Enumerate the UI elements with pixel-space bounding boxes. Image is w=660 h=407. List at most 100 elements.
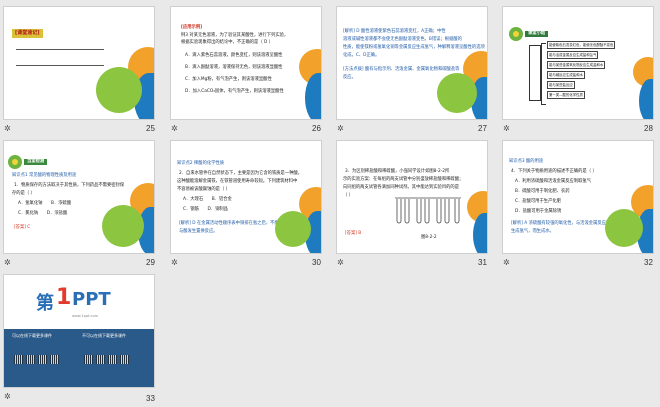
text-line: [解析] D 在金属活动性顺序表中铜排在氢之后，不能 (179, 221, 279, 226)
text-line: 2．自来水管件在自然状态下，主要是因为它含的铁质是一种酸， (179, 171, 303, 176)
slide-number: 33 (146, 394, 155, 403)
section-badge: [课堂速记] (12, 29, 43, 38)
text-line: A．氢氧化钠 B．浓硫酸 (18, 201, 72, 206)
decor-circle-blue (305, 73, 321, 119)
divider (16, 65, 104, 66)
text-line: [方法点拨] 酸有与指示剂、活泼金属、金属氧化物和碳酸盐等 (343, 67, 460, 72)
qr-code[interactable] (50, 355, 59, 364)
text-line: A．大理石 B．铝合金 (183, 197, 232, 202)
test-tube-figure (395, 197, 461, 224)
slide-thumbnail-29[interactable]: 当堂检测 知识点1 常见酸的物理性质及用途 1．物质保存的方法取决于其性质，下列… (3, 140, 155, 254)
text-line: B．滴入酚酞溶液，溶液保持无色，则该溶液显酸性 (185, 65, 283, 70)
slide-thumbnail-30[interactable]: 知识点2 稀酸的化学性质 2．自来水管件在自然状态下，主要是因为它含的铁质是一种… (170, 140, 322, 254)
slide-transition-icon: ✲ (503, 124, 510, 133)
slide-header: [应用示例] (181, 25, 203, 30)
text-line: 与酸发生置换反应。 (179, 229, 218, 234)
slide-number: 28 (644, 124, 653, 133)
text-line: 3．为区别稀盐酸和稀硫酸，小强同学设计如图8-2-2所 (345, 169, 450, 174)
slide-number: 32 (644, 258, 653, 267)
divider (16, 49, 104, 50)
slide-number: 26 (312, 124, 321, 133)
flower-icon (8, 155, 22, 169)
text-line: 生成氢气，而生成水。 (511, 229, 554, 234)
qr-code[interactable] (14, 355, 23, 364)
answer-text: [答案] C (14, 225, 31, 230)
decor-circle-green (102, 205, 144, 247)
slide-thumbnail-25[interactable]: [课堂速记] (3, 6, 155, 120)
logo-ppt: PPT (72, 289, 111, 310)
logo-first: 第 (36, 293, 54, 314)
slide-transition-icon: ✲ (503, 258, 510, 267)
section-title: 当堂检测 (24, 159, 48, 165)
text-line: 向同组的两支试管各滴加同种试剂。其中能达到实验目的的是 (343, 185, 460, 190)
text-line: 知识点3 酸的用途 (509, 159, 544, 164)
text-line: [解析] A 浓硫酸有较强的氧化性，与活泼金属反应不能 (511, 221, 615, 226)
slide-transition-icon: ✲ (4, 392, 11, 401)
answer-text: [答案] B (345, 231, 362, 236)
summary-item: 能与某些金属氧化物反应生成盐和水 (547, 61, 606, 69)
text-line: 4．下列关于物质用途的描述不正确的是（ ） (511, 169, 597, 174)
slide-transition-icon: ✲ (337, 124, 344, 133)
logo-url: www.1ppt.com (72, 314, 99, 318)
qr-right-title: 不可以在线下载更多课件 (82, 333, 126, 338)
summary-item: 能与碱反应生成盐和水 (547, 71, 585, 79)
slide-thumbnail-33[interactable]: 第 1 PPT www.1ppt.com 可以在线下载更多课件 不可以在线下载更… (3, 274, 155, 388)
qr-code[interactable] (108, 355, 117, 364)
text-line: 不容易被该酸腐蚀的是（ ） (177, 187, 230, 192)
decor-circle-green (275, 211, 311, 247)
decor-circle-blue (473, 213, 487, 253)
slide-thumbnail-28[interactable]: 课堂小结 能使紫色石蕊变红色，能使无色酚酞不变色 能与活泼金属反应生成盐和氢气 … (502, 6, 654, 120)
summary-root-box (529, 45, 541, 101)
text-line: （ ） (343, 193, 353, 198)
text-line: B．硫酸可用于制化肥、农药 (515, 189, 570, 194)
text-line: A．滴入紫色石蕊溶液，颜色变红，则该溶液呈酸性 (185, 53, 283, 58)
flower-icon (509, 27, 523, 41)
text-line: C．氯化钠 D．浓盐酸 (18, 211, 68, 216)
slide-transition-icon: ✲ (171, 124, 178, 133)
text-line: [解析] D 酸性溶液使紫色石蕊溶液变红，A正确；中性 (343, 29, 446, 34)
decor-circle-green (605, 209, 643, 247)
summary-title: 课堂小结 (525, 31, 549, 37)
text-line: 化成，C、D正确。 (343, 53, 380, 58)
qr-code[interactable] (120, 355, 129, 364)
slide-transition-icon: ✲ (4, 124, 11, 133)
slide-number: 30 (312, 258, 321, 267)
text-line: 溶液或碱性溶液都不会使无色酚酞溶液变色，B错误；根据酸的 (343, 37, 462, 42)
slide-thumbnail-32[interactable]: 知识点3 酸的用途 4．下列关于物质用途的描述不正确的是（ ） A．利用浓硫酸和… (502, 140, 654, 254)
summary-item: 第一类—酸的化学性质 (547, 91, 585, 99)
text-line: A．利用浓硫酸和活泼金属反应制取氢气 (515, 179, 591, 184)
slide-number: 25 (146, 124, 155, 133)
summary-item: 能与活泼金属反应生成盐和氢气 (547, 51, 599, 59)
summary-item: 能使紫色石蕊变红色，能使无色酚酞不变色 (547, 41, 616, 49)
summary-bracket (541, 43, 546, 105)
summary-item: 能与某些盐反应 (547, 81, 575, 89)
qr-code[interactable] (26, 355, 35, 364)
text-line: 知识点1 常见酸的物理性质及用途 (12, 173, 77, 178)
qr-code[interactable] (96, 355, 105, 364)
figure-caption: 图8-2-2 (421, 235, 437, 240)
text-line: 例3 对某无色溶液，为了验证其某酸性，进行下列实验， (181, 33, 289, 38)
slide-thumbnail-26[interactable]: [应用示例] 例3 对某无色溶液，为了验证其某酸性，进行下列实验， 根据实验现象… (170, 6, 322, 120)
text-line: 1．物质保存的方法取决于其性质，下列药品不需要密封保 (14, 183, 125, 188)
text-line: 示的实验方案：在每组的两支试管中分别盛放稀盐酸和稀硫酸； (343, 177, 464, 182)
qr-left-title: 可以在线下载更多课件 (12, 333, 52, 338)
logo-one: 1 (56, 285, 72, 310)
qr-code[interactable] (84, 355, 93, 364)
text-line: C．钢筋 D．铜制品 (183, 207, 228, 212)
slide-number: 27 (478, 124, 487, 133)
text-line: 根据实验现象得出的结论中，不正确的是（ D ） (181, 40, 273, 45)
slide-transition-icon: ✲ (4, 258, 11, 267)
text-line: 存的是（ ） (12, 191, 35, 196)
text-line: 知识点2 稀酸的化学性质 (177, 161, 225, 166)
text-line: C．加入Mg粉，有气泡产生，则该溶液显酸性 (185, 77, 272, 82)
decor-circle-green (96, 67, 142, 113)
text-line: 反应。 (343, 75, 356, 80)
qr-code[interactable] (38, 355, 47, 364)
slide-thumbnail-31[interactable]: 3．为区别稀盐酸和稀硫酸，小强同学设计如图8-2-2所 示的实验方案：在每组的两… (336, 140, 488, 254)
decor-circle-blue (639, 79, 653, 119)
text-line: D．盐酸可用于金属除锈 (515, 209, 562, 214)
text-line: C．盐酸可用于生产化肥 (515, 199, 561, 204)
text-line: 这种酸能溶解金属铁，在铁管道使用寿命较短。下列建筑材料中 (177, 179, 298, 184)
slide-number: 31 (478, 258, 487, 267)
slide-thumbnail-27[interactable]: [解析] D 酸性溶液使紫色石蕊溶液变红，A正确；中性 溶液或碱性溶液都不会使无… (336, 6, 488, 120)
